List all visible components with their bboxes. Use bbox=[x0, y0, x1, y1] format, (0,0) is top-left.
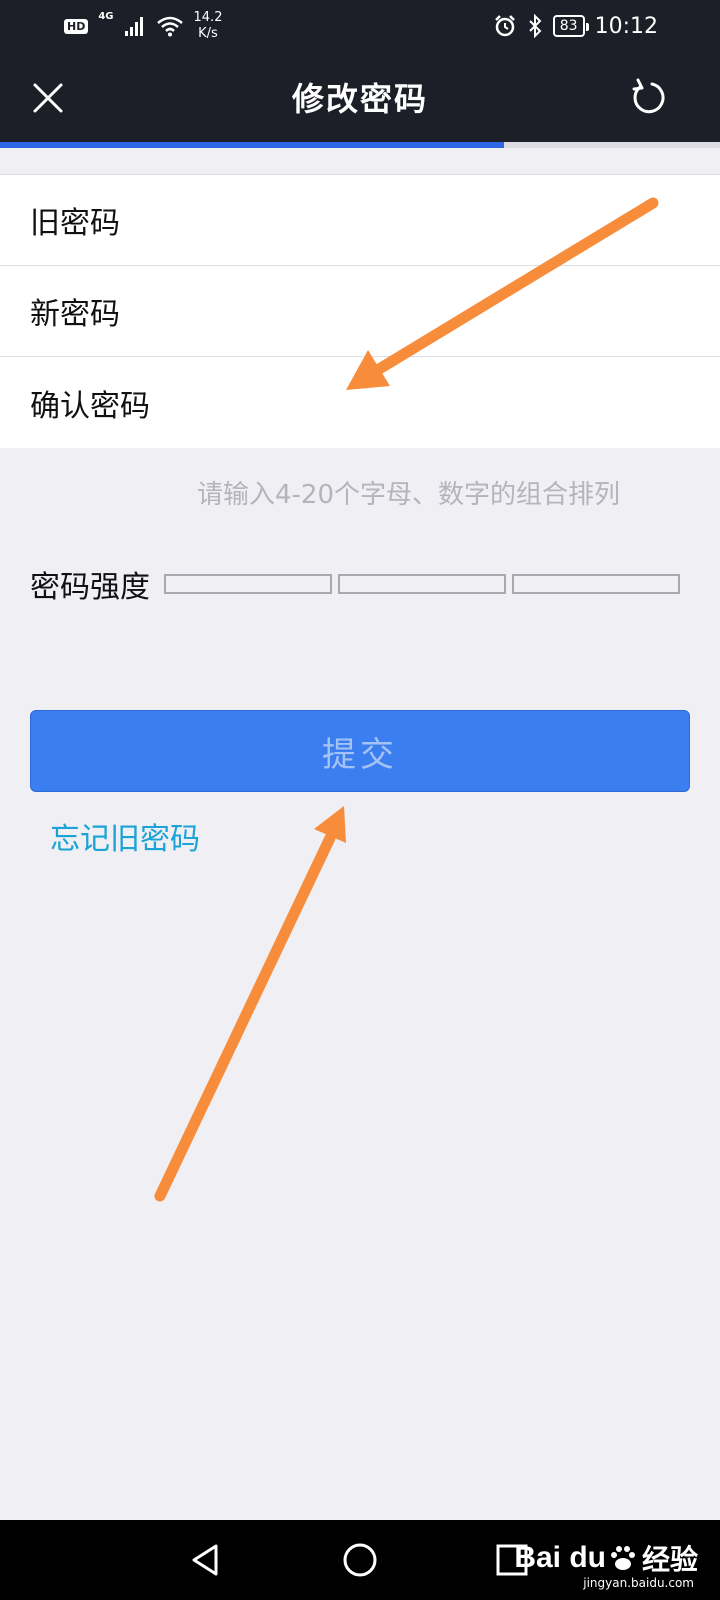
network-speed-unit: K/s bbox=[198, 26, 218, 41]
password-hint: 请输入4-20个字母、数字的组合排列 bbox=[196, 480, 620, 510]
old-password-row[interactable]: 旧密码 bbox=[0, 175, 720, 266]
old-password-label: 旧密码 bbox=[30, 206, 120, 241]
forgot-password-link[interactable]: 忘记旧密码 bbox=[50, 814, 200, 858]
watermark-suffix: 经验 bbox=[641, 1543, 698, 1576]
page-title: 修改密码 bbox=[291, 80, 428, 118]
password-strength: 密码强度 bbox=[30, 562, 686, 606]
confirm-password-label: 确认密码 bbox=[30, 388, 150, 424]
new-password-row[interactable]: 新密码 bbox=[0, 266, 720, 357]
refresh-icon[interactable] bbox=[626, 76, 670, 120]
wifi-icon bbox=[156, 16, 183, 37]
new-password-input[interactable] bbox=[210, 280, 720, 342]
password-form: 旧密码 新密码 确认密码 bbox=[0, 174, 720, 448]
home-icon[interactable] bbox=[340, 1540, 380, 1580]
back-icon[interactable] bbox=[186, 1540, 226, 1580]
old-password-input[interactable] bbox=[210, 189, 720, 251]
hd-badge: HD bbox=[64, 18, 89, 34]
status-right: 83 10:12 bbox=[493, 8, 658, 44]
arrow-to-submit-button bbox=[154, 806, 346, 1202]
submit-button[interactable]: 提交 bbox=[30, 710, 690, 792]
strength-segment bbox=[512, 574, 680, 594]
strength-segment bbox=[164, 574, 332, 594]
baidu-jingyan-watermark: Bai du 经验 bbox=[514, 1538, 698, 1578]
new-password-label: 新密码 bbox=[30, 297, 120, 332]
battery-icon: 83 bbox=[552, 15, 589, 37]
watermark-brand: Bai du bbox=[514, 1541, 606, 1574]
confirm-password-row[interactable]: 确认密码 bbox=[0, 357, 720, 448]
clock: 10:12 bbox=[594, 13, 658, 39]
network-speed-value: 14.2 bbox=[193, 10, 223, 25]
paw-icon bbox=[610, 1546, 635, 1570]
alarm-icon bbox=[494, 15, 515, 37]
network-speed: 14.2 K/s bbox=[194, 10, 223, 42]
status-left: HD 4G 14.2 K/s bbox=[64, 8, 222, 44]
network-type: 4G bbox=[98, 11, 114, 22]
app-header: 修改密码 bbox=[0, 52, 720, 142]
password-strength-label: 密码强度 bbox=[30, 570, 150, 605]
page-load-progress bbox=[0, 142, 720, 148]
system-nav-bar: Bai du 经验 jingyan.baidu.com bbox=[0, 1520, 720, 1600]
signal-icon bbox=[124, 17, 143, 36]
bluetooth-icon bbox=[529, 14, 542, 38]
page-load-progress-fill bbox=[0, 142, 504, 148]
confirm-password-input[interactable] bbox=[210, 371, 720, 434]
status-bar: HD 4G 14.2 K/s 83 10:12 bbox=[0, 0, 720, 52]
watermark-url: jingyan.baidu.com bbox=[583, 1576, 694, 1590]
strength-segment bbox=[338, 574, 506, 594]
